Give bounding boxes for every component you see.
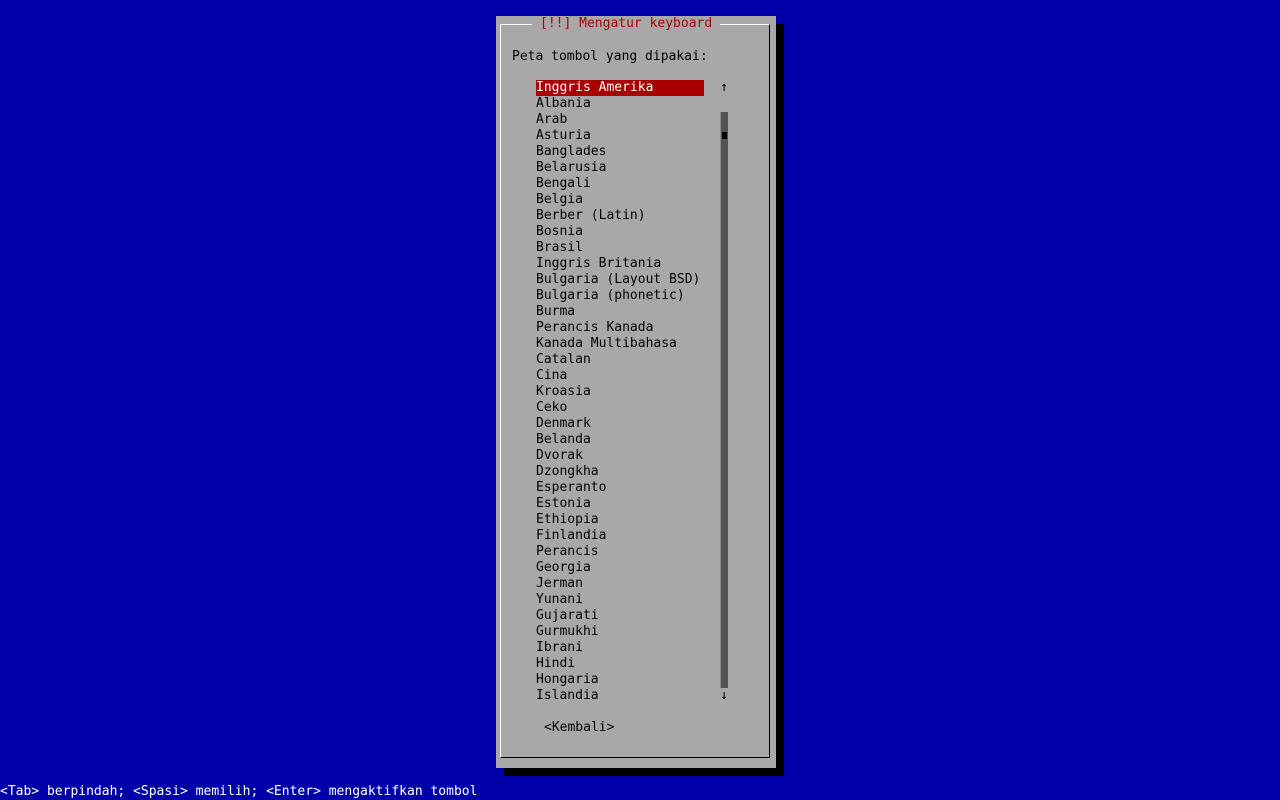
- keymap-option[interactable]: Islandia: [536, 688, 706, 704]
- keymap-option[interactable]: Ethiopia: [536, 512, 706, 528]
- installer-screen: [!!] Mengatur keyboard Peta tombol yang …: [0, 0, 1280, 800]
- scroll-thumb[interactable]: [722, 132, 727, 139]
- keymap-list[interactable]: Inggris Amerika Albania Arab Asturia Banglad…: [536, 80, 706, 704]
- keymap-option[interactable]: Jerman: [536, 576, 706, 592]
- keymap-prompt: Peta tombol yang dipakai:: [512, 49, 708, 64]
- keymap-option[interactable]: Kroasia: [536, 384, 706, 400]
- keymap-option[interactable]: Belarusia: [536, 160, 706, 176]
- keymap-option[interactable]: Esperanto: [536, 480, 706, 496]
- dialog-title: [!!] Mengatur keyboard: [532, 16, 721, 32]
- keymap-option[interactable]: Inggris Britania: [536, 256, 706, 272]
- keymap-option[interactable]: Cina: [536, 368, 706, 384]
- keymap-option[interactable]: Arab: [536, 112, 706, 128]
- keymap-option[interactable]: Ceko: [536, 400, 706, 416]
- keymap-option[interactable]: Finlandia: [536, 528, 706, 544]
- keymap-option[interactable]: Estonia: [536, 496, 706, 512]
- keymap-option[interactable]: Ibrani: [536, 640, 706, 656]
- keymap-option[interactable]: Gujarati: [536, 608, 706, 624]
- keymap-option[interactable]: Banglades: [536, 144, 706, 160]
- scroll-up-arrow-icon[interactable]: ↑: [718, 80, 730, 96]
- keymap-option[interactable]: Hindi: [536, 656, 706, 672]
- keymap-option[interactable]: Yunani: [536, 592, 706, 608]
- keymap-option[interactable]: Perancis Kanada: [536, 320, 706, 336]
- keymap-option[interactable]: Belanda: [536, 432, 706, 448]
- keymap-option[interactable]: Georgia: [536, 560, 706, 576]
- keymap-option[interactable]: Burma: [536, 304, 706, 320]
- keymap-option[interactable]: Dvorak: [536, 448, 706, 464]
- scroll-track[interactable]: [720, 112, 728, 688]
- keymap-option[interactable]: Dzongkha: [536, 464, 706, 480]
- keymap-option[interactable]: Bulgaria (phonetic): [536, 288, 706, 304]
- keymap-option[interactable]: Bosnia: [536, 224, 706, 240]
- keymap-option[interactable]: Asturia: [536, 128, 706, 144]
- list-scrollbar[interactable]: ↑ ↓: [720, 80, 728, 704]
- keymap-option[interactable]: Bengali: [536, 176, 706, 192]
- keymap-option[interactable]: Denmark: [536, 416, 706, 432]
- keymap-option[interactable]: Kanada Multibahasa: [536, 336, 706, 352]
- keymap-option[interactable]: Belgia: [536, 192, 706, 208]
- keymap-option[interactable]: Albania: [536, 96, 706, 112]
- keymap-option[interactable]: Perancis: [536, 544, 706, 560]
- status-bar: <Tab> berpindah; <Spasi> memilih; <Enter…: [0, 784, 1280, 800]
- keymap-option[interactable]: Gurmukhi: [536, 624, 706, 640]
- keyboard-config-dialog: [!!] Mengatur keyboard Peta tombol yang …: [496, 16, 776, 768]
- back-button[interactable]: <Kembali>: [544, 720, 614, 736]
- keymap-option[interactable]: Brasil: [536, 240, 706, 256]
- keymap-option[interactable]: Hongaria: [536, 672, 706, 688]
- keymap-option[interactable]: Bulgaria (Layout BSD): [536, 272, 706, 288]
- keymap-option[interactable]: Inggris Amerika: [536, 80, 704, 96]
- scroll-down-arrow-icon[interactable]: ↓: [718, 688, 730, 704]
- keymap-option[interactable]: Catalan: [536, 352, 706, 368]
- keymap-option[interactable]: Berber (Latin): [536, 208, 706, 224]
